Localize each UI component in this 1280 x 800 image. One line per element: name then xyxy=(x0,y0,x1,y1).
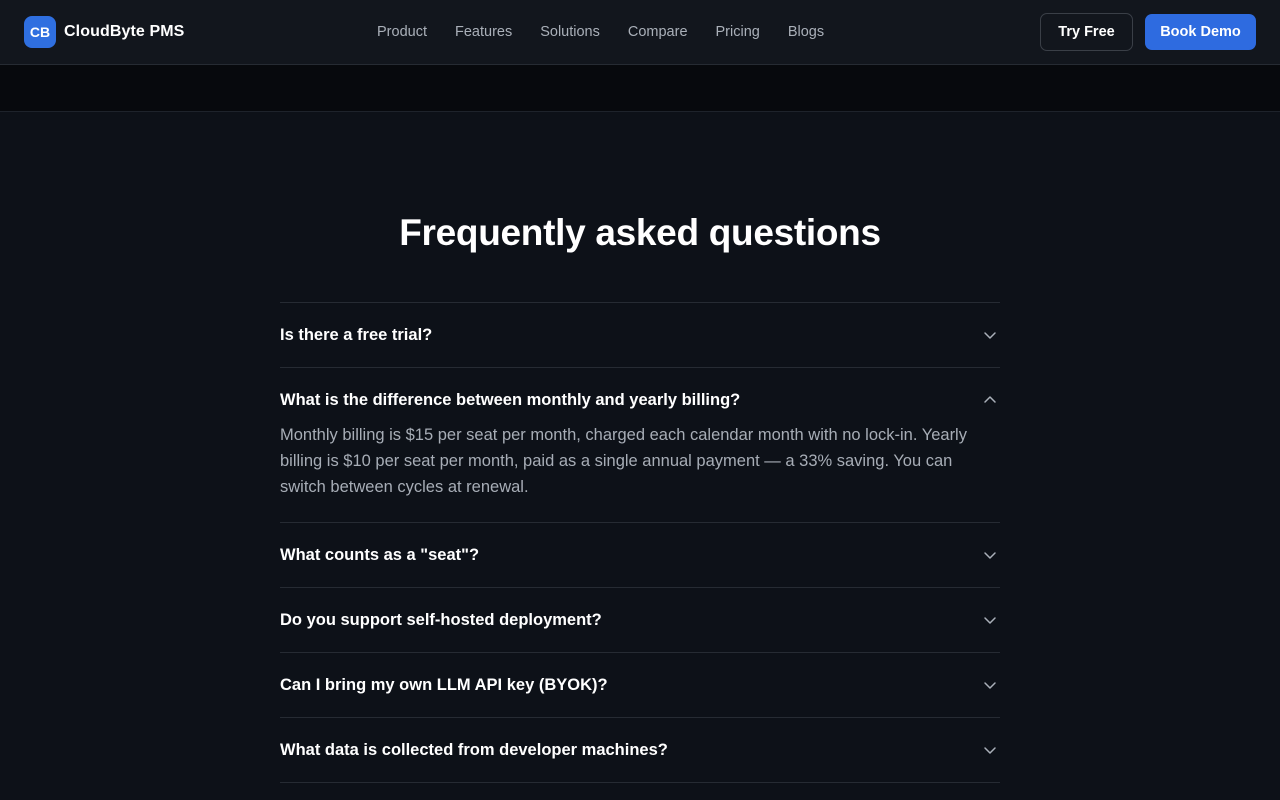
top-navbar: CB CloudByte PMS Product Features Soluti… xyxy=(0,0,1280,65)
faq-title: Frequently asked questions xyxy=(399,212,881,253)
brand-logo: CB xyxy=(24,16,56,48)
faq-item-expanded: What is the difference between monthly a… xyxy=(280,367,1000,522)
hero-bottom-strip xyxy=(0,65,1280,112)
faq-item: Do you support self-hosted deployment? xyxy=(280,587,1000,652)
faq-question-toggle[interactable]: Is there a free trial? xyxy=(280,303,1000,367)
faq-question-toggle[interactable]: Do you support self-hosted deployment? xyxy=(280,588,1000,652)
brand-name: CloudByte PMS xyxy=(64,23,185,40)
chevron-down-icon xyxy=(984,617,996,624)
faq-question: Do you support self-hosted deployment? xyxy=(280,610,602,629)
faq-question: What counts as a "seat"? xyxy=(280,545,480,564)
chevron-down-icon xyxy=(984,552,996,559)
chevron-up-icon xyxy=(984,396,996,403)
chevron-down-icon xyxy=(984,682,996,689)
brand[interactable]: CB CloudByte PMS xyxy=(24,16,184,48)
faq-item: Can I bring my own LLM API key (BYOK)? xyxy=(280,652,1000,717)
faq-answer: Monthly billing is $15 per seat per mont… xyxy=(280,426,967,496)
chevron-down-icon xyxy=(984,332,996,339)
faq-list: Is there a free trial? What is the diffe… xyxy=(280,302,1000,783)
main-nav: Product Features Solutions Compare Prici… xyxy=(377,0,824,64)
faq-question-toggle[interactable]: What data is collected from developer ma… xyxy=(280,718,1000,782)
nav-link-pricing[interactable]: Pricing xyxy=(716,24,760,40)
faq-item: Is there a free trial? xyxy=(280,302,1000,367)
faq-question: What data is collected from developer ma… xyxy=(280,740,668,759)
try-free-button[interactable]: Try Free xyxy=(1040,13,1133,51)
faq-question: Can I bring my own LLM API key (BYOK)? xyxy=(280,675,608,694)
faq-item: What counts as a "seat"? xyxy=(280,522,1000,587)
book-demo-button[interactable]: Book Demo xyxy=(1145,14,1256,50)
nav-link-solutions[interactable]: Solutions xyxy=(540,24,600,40)
nav-link-compare[interactable]: Compare xyxy=(628,24,688,40)
nav-link-features[interactable]: Features xyxy=(455,24,512,40)
nav-link-blogs[interactable]: Blogs xyxy=(788,24,824,40)
faq-question: Is there a free trial? xyxy=(280,325,433,344)
chevron-down-icon xyxy=(984,747,996,754)
faq-item: What data is collected from developer ma… xyxy=(280,717,1000,783)
faq-question: What is the difference between monthly a… xyxy=(280,390,741,409)
faq-question-toggle[interactable]: Can I bring my own LLM API key (BYOK)? xyxy=(280,653,1000,717)
faq-question-toggle[interactable]: What counts as a "seat"? xyxy=(280,523,1000,587)
nav-link-product[interactable]: Product xyxy=(377,24,427,40)
